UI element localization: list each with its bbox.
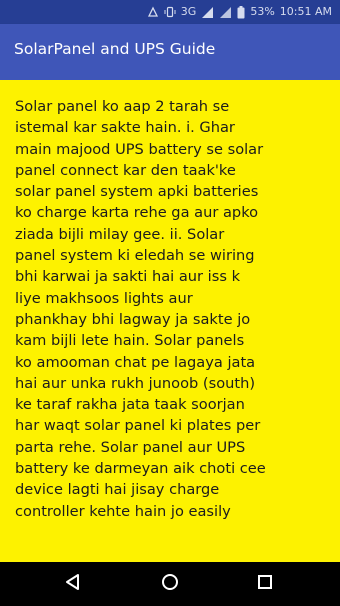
clock: 10:51 AM [279, 5, 332, 18]
battery-percent: 53% [250, 5, 275, 18]
app-screen: 3G 53% 10:51 AM SolarPanel and UPS Guide… [0, 0, 340, 606]
back-triangle-icon [64, 573, 82, 595]
recents-square-icon [257, 574, 273, 594]
app-title: SolarPanel and UPS Guide [14, 40, 216, 58]
navigation-bar [0, 562, 340, 606]
article-text: Solar panel ko aap 2 tarah se istemal ka… [15, 98, 266, 520]
home-circle-icon [161, 573, 179, 595]
signal-icon [201, 6, 214, 19]
network-type-label: 3G [180, 5, 197, 18]
notification-icon [147, 6, 159, 18]
home-button[interactable] [158, 572, 182, 596]
back-button[interactable] [61, 572, 85, 596]
signal-2-icon [219, 6, 232, 19]
status-icons: 3G 53% 10:51 AM [147, 4, 332, 20]
article-scroll-area[interactable]: Solar panel ko aap 2 tarah se istemal ka… [0, 80, 340, 562]
battery-icon [237, 5, 245, 19]
vibrate-icon [164, 6, 176, 18]
app-bar: SolarPanel and UPS Guide [0, 24, 340, 80]
recents-button[interactable] [253, 572, 277, 596]
status-bar: 3G 53% 10:51 AM [0, 0, 340, 24]
